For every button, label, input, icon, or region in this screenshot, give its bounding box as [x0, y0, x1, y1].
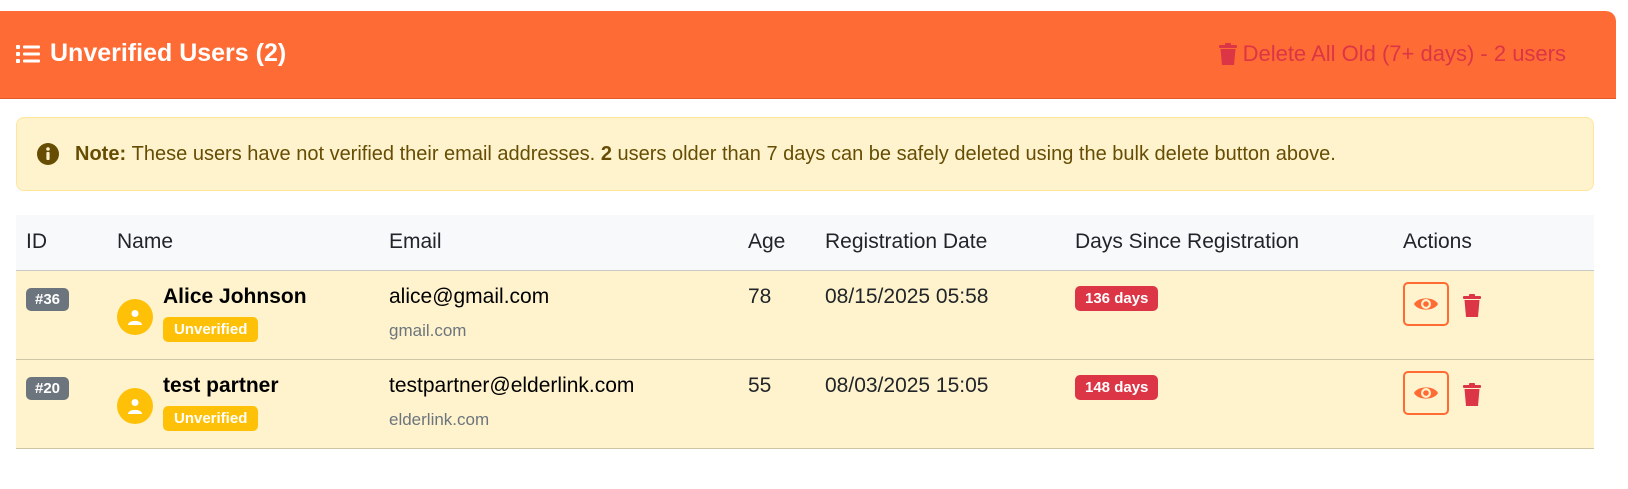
user-icon: [128, 309, 142, 325]
eye-icon: [1414, 386, 1438, 399]
delete-all-old-label: Delete All Old (7+ days) - 2 users: [1242, 41, 1566, 66]
days-cell: 136 days: [1065, 270, 1393, 360]
registration-date-cell: 08/15/2025 05:58: [815, 270, 1065, 360]
user-email: testpartner@elderlink.com: [389, 373, 635, 397]
age-cell: 55: [738, 359, 815, 449]
trash-icon: [1463, 382, 1481, 406]
note-alert: Note: These users have not verified thei…: [16, 117, 1594, 191]
column-header-registration-date: Registration Date: [815, 215, 1065, 271]
status-badge: Unverified: [163, 316, 259, 342]
id-cell: #20: [16, 359, 107, 449]
actions-cell: [1393, 270, 1594, 360]
trash-icon: [1218, 43, 1237, 65]
column-header-actions: Actions: [1393, 215, 1594, 271]
email-domain: gmail.com: [389, 320, 467, 340]
view-button[interactable]: [1403, 370, 1449, 415]
actions-cell: [1393, 359, 1594, 449]
trash-icon: [1463, 293, 1481, 317]
name-cell: Alice Johnson Unverified: [107, 270, 379, 360]
email-cell: alice@gmail.com gmail.com: [379, 270, 738, 360]
user-name: test partner: [163, 373, 279, 397]
column-header-id: ID: [16, 215, 107, 271]
table-row: #36 Alice Johnson Unverified alice@gmail…: [16, 270, 1594, 360]
delete-all-old-button[interactable]: Delete All Old (7+ days) - 2 users: [1218, 41, 1566, 67]
view-button[interactable]: [1403, 281, 1449, 326]
list-icon: [16, 44, 40, 63]
days-badge: 136 days: [1075, 285, 1159, 311]
note-label: Note:: [75, 142, 127, 165]
delete-button[interactable]: [1461, 292, 1483, 318]
user-icon: [128, 398, 142, 414]
table-header-row: ID Name Email Age Registration Date Days…: [16, 215, 1594, 271]
eye-icon: [1414, 297, 1438, 310]
column-header-days-since-registration: Days Since Registration: [1065, 215, 1393, 271]
user-name: Alice Johnson: [163, 284, 307, 308]
age-cell: 78: [738, 270, 815, 360]
card-title: Unverified Users (2): [16, 39, 286, 68]
card-header: Unverified Users (2) Delete All Old (7+ …: [0, 11, 1616, 99]
registration-date-cell: 08/03/2025 15:05: [815, 359, 1065, 449]
days-badge: 148 days: [1075, 374, 1159, 400]
status-badge: Unverified: [163, 405, 259, 431]
unverified-users-table: ID Name Email Age Registration Date Days…: [16, 215, 1594, 449]
info-circle-icon: [37, 143, 59, 165]
email-cell: testpartner@elderlink.com elderlink.com: [379, 359, 738, 449]
id-badge: #20: [26, 376, 70, 400]
column-header-name: Name: [107, 215, 379, 271]
name-cell: test partner Unverified: [107, 359, 379, 449]
card-body: Note: These users have not verified thei…: [0, 99, 1616, 489]
id-cell: #36: [16, 270, 107, 360]
table-row: #20 test partner Unverified testpartner@…: [16, 359, 1594, 449]
unverified-users-card: Unverified Users (2) Delete All Old (7+ …: [0, 11, 1616, 489]
email-domain: elderlink.com: [389, 409, 490, 429]
note-text-before: These users have not verified their emai…: [131, 142, 596, 165]
user-email: alice@gmail.com: [389, 284, 550, 308]
card-title-text: Unverified Users (2): [50, 39, 287, 67]
note-text-after: users older than 7 days can be safely de…: [617, 142, 1336, 165]
avatar: [117, 387, 153, 424]
days-cell: 148 days: [1065, 359, 1393, 449]
id-badge: #36: [26, 287, 70, 311]
column-header-age: Age: [738, 215, 815, 271]
note-count: 2: [600, 142, 612, 165]
avatar: [117, 298, 153, 335]
delete-button[interactable]: [1461, 381, 1483, 407]
column-header-email: Email: [379, 215, 738, 271]
